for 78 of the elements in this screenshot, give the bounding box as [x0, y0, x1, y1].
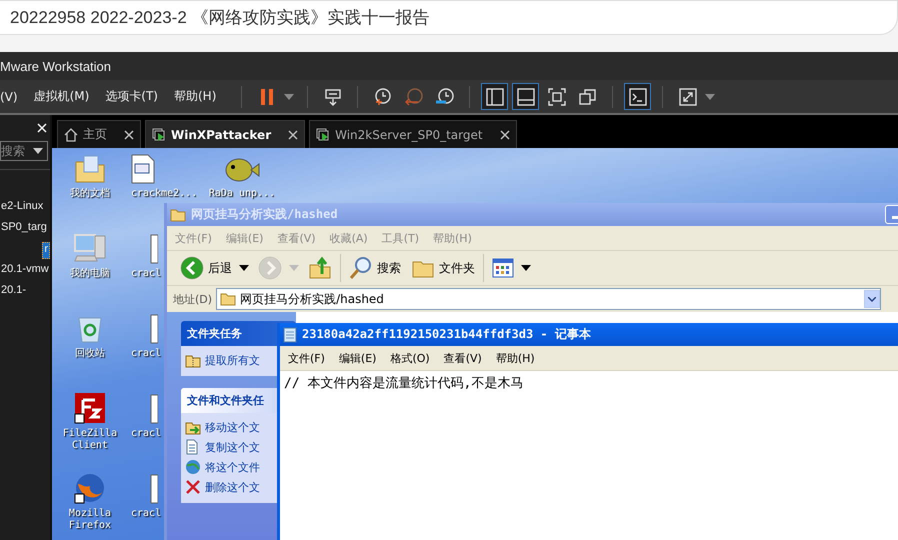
overlapping-windows-icon [578, 86, 598, 106]
notepad-icon [283, 326, 297, 342]
toolbar-button[interactable]: 文件夹 [406, 253, 480, 283]
library-item[interactable]: 20.1- [0, 284, 28, 301]
page-title: 20222958 2022-2023-2 《网络攻防实践》实践十一报告 [10, 7, 430, 29]
library-item[interactable]: e2-Linux [0, 200, 44, 217]
globe-icon [185, 459, 201, 475]
window-title: Mware Workstation [0, 58, 112, 74]
menu-item[interactable]: 帮助(H) [174, 88, 216, 105]
fullscreen-icon [546, 86, 567, 106]
menu-item[interactable]: 选项卡(T) [105, 88, 158, 105]
clock-plus-icon [372, 86, 393, 106]
menu-item[interactable]: 帮助(H) [496, 350, 535, 366]
menu-item[interactable]: 文件(F) [288, 350, 325, 366]
task-link[interactable]: 将这个文件 [185, 459, 260, 475]
delete-x-icon [185, 479, 201, 495]
desktop-icon-label[interactable]: cracl [131, 428, 162, 440]
folder-icon [170, 208, 186, 222]
vm-play-icon [316, 128, 330, 142]
menu-item[interactable]: 查看(V) [444, 350, 482, 366]
document-icon [150, 314, 158, 344]
library-item[interactable]: r [42, 242, 50, 259]
sidebar-layout-icon [484, 86, 505, 106]
desktop-icon-label[interactable]: cracl [131, 508, 162, 520]
task-link[interactable]: 移动这个文 [185, 419, 260, 435]
computer-icon [73, 232, 107, 264]
document-icon [150, 474, 158, 504]
menu-item[interactable]: (V) [0, 90, 18, 104]
search-field[interactable]: 搜索 [0, 141, 48, 161]
dropdown-button[interactable] [864, 290, 880, 308]
clock-wrench-icon [434, 86, 455, 106]
folder-icon [220, 292, 236, 306]
library-item[interactable]: SP0_targ [0, 221, 48, 238]
folder-up-icon [308, 256, 332, 280]
desktop-icon-label[interactable]: Mozilla Firefox [54, 508, 126, 532]
library-item[interactable]: 20.1-vmw [0, 263, 50, 280]
toolbar-button[interactable] [481, 83, 508, 110]
toolbar-button[interactable] [624, 83, 652, 110]
toolbar-button[interactable]: 后退 [175, 253, 237, 283]
grid-view-icon [492, 258, 514, 278]
search-icon [349, 256, 373, 280]
menu-item[interactable]: 虚拟机(M) [34, 88, 90, 105]
task-link[interactable]: 复制这个文 [185, 439, 260, 455]
task-link[interactable]: 删除这个文 [185, 479, 260, 495]
bottom-panel-layout-icon [516, 86, 536, 106]
keyboard-arrow-icon [322, 86, 343, 106]
caret-icon[interactable] [521, 265, 531, 271]
globe-fox-icon [74, 472, 106, 504]
clock-arrow-icon [404, 86, 424, 106]
caret-icon[interactable] [239, 265, 249, 271]
document-icon [150, 394, 158, 424]
document-icon [131, 154, 155, 184]
toolbar-button[interactable]: 搜索 [344, 253, 406, 283]
address-label: 地址(D) [173, 292, 212, 306]
vm-tab[interactable]: Win2kServer_SP0_target [309, 120, 517, 148]
stretch-icon [678, 86, 698, 106]
home-icon [64, 128, 78, 142]
address-field[interactable]: 网页挂马分析实践/hashed [216, 288, 882, 310]
panel-title: 文件夹任务 [187, 326, 242, 341]
close-icon[interactable] [500, 130, 510, 140]
text-content[interactable]: // 本文件内容是流量统计代码,不是木马 [280, 371, 898, 540]
menu-item[interactable]: 格式(O) [390, 350, 430, 366]
vm-tab[interactable]: 主页 [57, 120, 141, 148]
title-bar: 网页挂马分析实践/hashed [167, 203, 898, 226]
folder-icon [74, 154, 106, 184]
document-icon [150, 234, 158, 264]
terminal-icon [628, 86, 648, 106]
caret-icon[interactable] [33, 148, 43, 154]
close-icon[interactable] [124, 130, 134, 140]
desktop-icon-label[interactable]: FileZilla Client [54, 428, 126, 452]
vm-tab[interactable]: WinXPattacker [145, 120, 306, 148]
panel-title: 文件和文件夹任 [187, 393, 264, 408]
menu-item[interactable]: 编辑(E) [338, 350, 376, 366]
close-icon[interactable] [288, 130, 298, 140]
toolbar-button[interactable] [512, 83, 540, 110]
title-bar: 23180a42a2ff1192150231b44ffdf3d3 - 记事本 [280, 323, 898, 346]
vm-play-icon [152, 128, 166, 142]
fz-logo-icon [74, 392, 106, 424]
